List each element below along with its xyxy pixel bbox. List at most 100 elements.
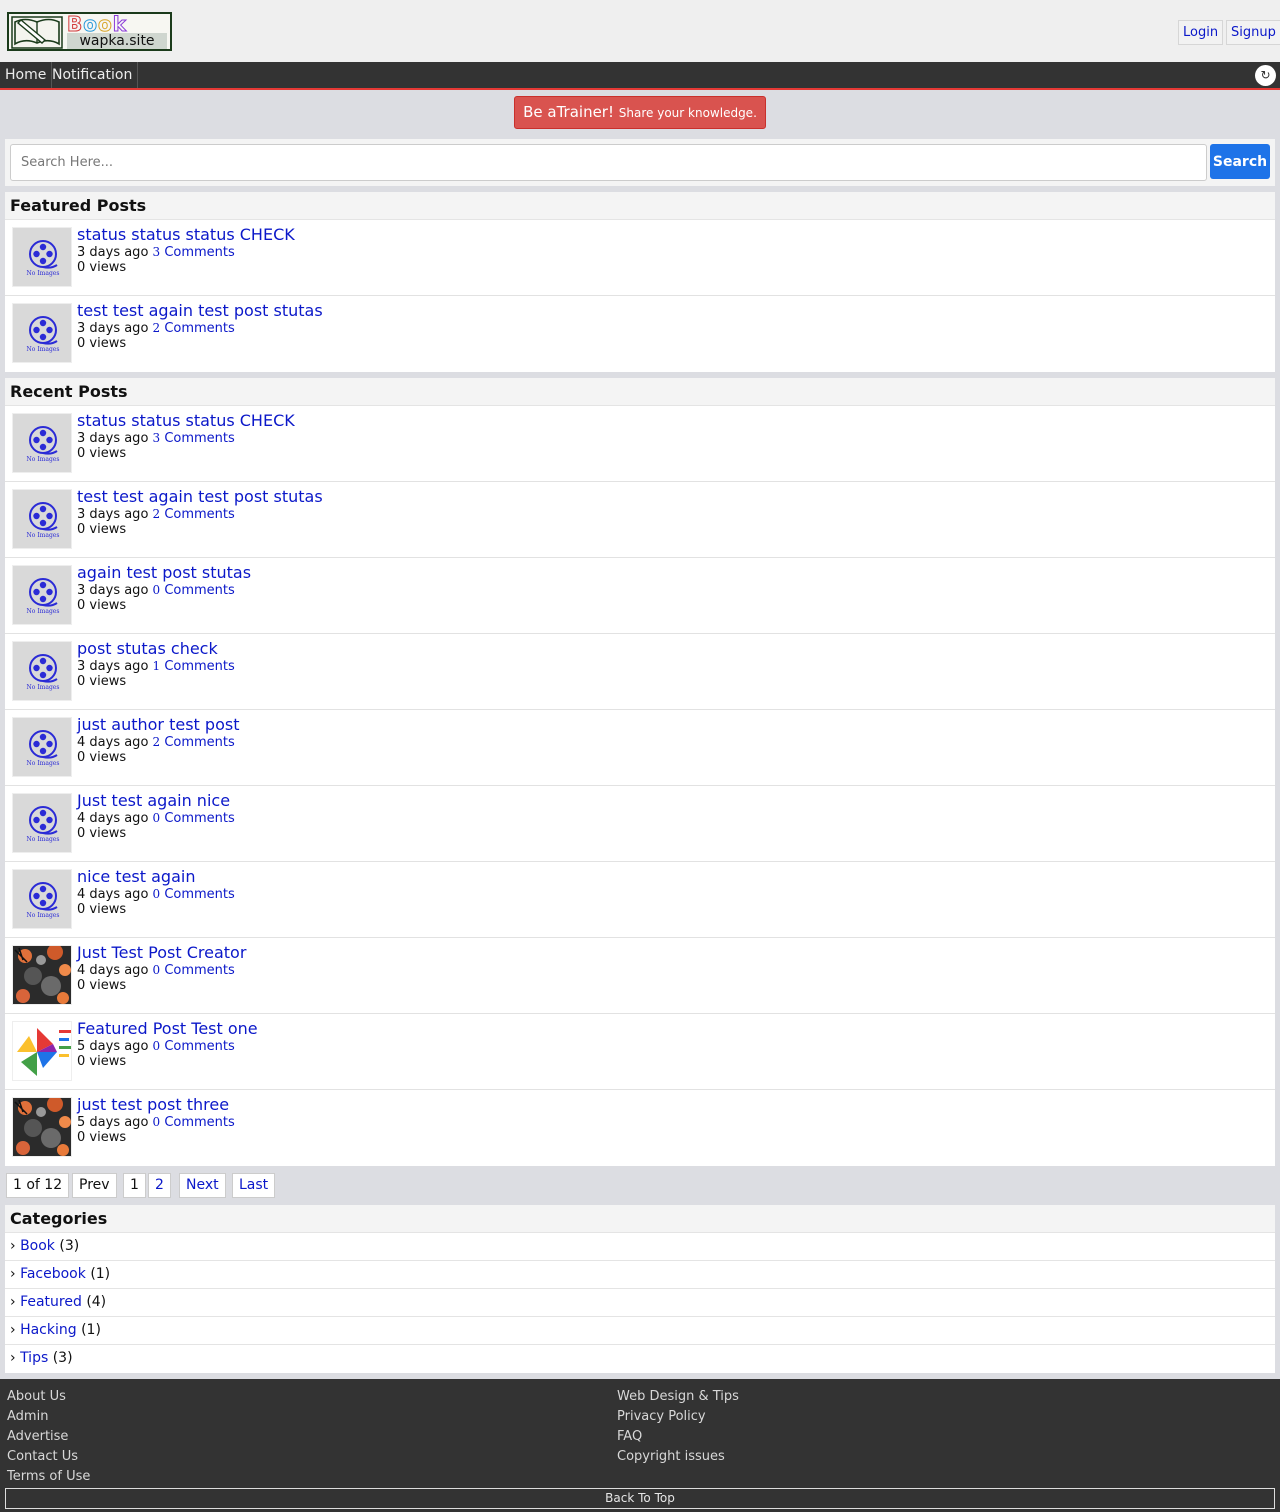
trainer-sub-text: Share your knowledge. (618, 106, 757, 120)
post-comments-link[interactable]: 0 Comments (153, 1039, 235, 1054)
post-time: 3 days ago (77, 507, 149, 522)
post-title-link[interactable]: test test again test post stutas (77, 302, 323, 320)
post-title-link[interactable]: post stutas check (77, 640, 218, 658)
comment-count: 2 (152, 507, 161, 521)
search-button[interactable]: Search (1210, 144, 1270, 179)
post-time: 4 days ago (77, 735, 149, 750)
film-reel-icon: No Images (13, 304, 71, 362)
footer-left-links: About Us Admin Advertise Contact Us Terms of… (7, 1387, 90, 1487)
post-views: 0 views (77, 1130, 127, 1145)
post-views: 0 views (77, 522, 127, 537)
no-image-label: No Images (27, 684, 60, 691)
trainer-main-text: Be aTrainer! (523, 103, 614, 121)
post-thumbnail[interactable]: No Images (12, 717, 72, 777)
post-views: 0 views (77, 598, 127, 613)
post-title-link[interactable]: again test post stutas (77, 564, 251, 582)
post-thumbnail[interactable]: No Images (12, 489, 72, 549)
post-views: 0 views (77, 978, 127, 993)
post-thumbnail[interactable] (12, 1021, 72, 1081)
footer-link-faq[interactable]: FAQ (617, 1427, 739, 1447)
signup-button[interactable]: Signup (1226, 20, 1280, 45)
post-thumbnail[interactable]: No Images (12, 793, 72, 853)
post-thumbnail[interactable] (12, 945, 72, 1005)
post-item: No Images Just test again nice 4 days ago … (5, 786, 1275, 862)
post-thumbnail[interactable]: No Images (12, 227, 72, 287)
post-title-link[interactable]: nice test again (77, 868, 195, 886)
category-link[interactable]: Hacking (20, 1322, 77, 1338)
post-comments-link[interactable]: 3 Comments (153, 431, 235, 446)
post-title-link[interactable]: test test again test post stutas (77, 488, 323, 506)
film-reel-icon: No Images (13, 794, 71, 852)
post-comments-link[interactable]: 0 Comments (153, 583, 235, 598)
category-link[interactable]: Featured (20, 1294, 82, 1310)
film-reel-icon: No Images (13, 490, 71, 548)
be-a-trainer-button[interactable]: Be aTrainer! Share your knowledge. (514, 96, 766, 129)
post-comments-link[interactable]: 2 Comments (153, 507, 235, 522)
post-meta: 3 days ago 2 Comments (77, 320, 235, 337)
post-comments-link[interactable]: 3 Comments (153, 245, 235, 260)
post-comments-link[interactable]: 1 Comments (153, 659, 235, 674)
footer-link-privacy-policy[interactable]: Privacy Policy (617, 1407, 739, 1427)
comment-label: Comments (164, 963, 235, 978)
post-title-link[interactable]: just author test post (77, 716, 239, 734)
comment-count: 0 (152, 1115, 161, 1129)
post-comments-link[interactable]: 0 Comments (153, 887, 235, 902)
post-item: No Images test test again test post stuta… (5, 482, 1275, 558)
footer-link-admin[interactable]: Admin (7, 1407, 90, 1427)
search-input[interactable] (10, 144, 1207, 181)
post-title-link[interactable]: Just Test Post Creator (77, 944, 246, 962)
post-thumbnail[interactable]: No Images (12, 641, 72, 701)
comment-label: Comments (164, 583, 235, 598)
pagination-last[interactable]: Last (232, 1173, 276, 1198)
pagination-page-1[interactable]: 1 (123, 1173, 146, 1198)
category-count: (1) (90, 1266, 111, 1282)
nav-home[interactable]: Home (0, 62, 53, 88)
theme-toggle-icon[interactable]: ↻ (1255, 65, 1276, 86)
post-item: No Images again test post stutas 3 days ag… (5, 558, 1275, 634)
featured-posts-panel: Featured Posts No Images status status st… (5, 192, 1275, 372)
pagination-next[interactable]: Next (179, 1173, 226, 1198)
post-thumbnail[interactable] (12, 1097, 72, 1157)
post-title-link[interactable]: just test post three (77, 1096, 229, 1114)
pagination-page-2[interactable]: 2 (148, 1173, 171, 1198)
post-comments-link[interactable]: 0 Comments (153, 1115, 235, 1130)
footer-link-advertise[interactable]: Advertise (7, 1427, 90, 1447)
category-link[interactable]: Facebook (20, 1266, 86, 1282)
footer-link-web-design-tips[interactable]: Web Design & Tips (617, 1387, 739, 1407)
footer-link-copyright-issues[interactable]: Copyright issues (617, 1447, 739, 1467)
categories-title: Categories (5, 1205, 1275, 1233)
post-title-link[interactable]: Featured Post Test one (77, 1020, 258, 1038)
category-count: (3) (52, 1350, 73, 1366)
footer-link-contact-us[interactable]: Contact Us (7, 1447, 90, 1467)
post-item: No Images test test again test post stuta… (5, 296, 1275, 372)
post-views: 0 views (77, 826, 127, 841)
film-reel-icon: No Images (13, 414, 71, 472)
post-thumbnail[interactable]: No Images (12, 303, 72, 363)
post-thumbnail[interactable]: No Images (12, 869, 72, 929)
post-comments-link[interactable]: 0 Comments (153, 963, 235, 978)
footer-link-terms-of-use[interactable]: Terms of Use (7, 1467, 90, 1487)
chevron-right-icon: › (10, 1266, 16, 1282)
footer-link-about-us[interactable]: About Us (7, 1387, 90, 1407)
login-button[interactable]: Login (1178, 20, 1224, 45)
chevron-right-icon: › (10, 1294, 16, 1310)
comment-label: Comments (164, 507, 235, 522)
category-link[interactable]: Book (20, 1238, 55, 1254)
post-title-link[interactable]: status status status CHECK (77, 412, 295, 430)
post-title-link[interactable]: Just test again nice (77, 792, 230, 810)
site-logo[interactable]: Book wapka.site (7, 12, 172, 51)
post-title-link[interactable]: status status status CHECK (77, 226, 295, 244)
back-to-top-button[interactable]: Back To Top (5, 1488, 1275, 1509)
pagination-prev[interactable]: Prev (72, 1173, 117, 1198)
post-item: No Images just author test post 4 days ago… (5, 710, 1275, 786)
post-thumbnail[interactable]: No Images (12, 565, 72, 625)
comment-label: Comments (164, 735, 235, 750)
post-comments-link[interactable]: 0 Comments (153, 811, 235, 826)
post-comments-link[interactable]: 2 Comments (153, 735, 235, 750)
nav-notification[interactable]: Notification (47, 62, 139, 88)
post-thumbnail[interactable]: No Images (12, 413, 72, 473)
categories-panel: Categories › Book (3) › Facebook (1) › Fea… (5, 1205, 1275, 1373)
post-photo-thumbnail (13, 946, 71, 1004)
category-link[interactable]: Tips (20, 1350, 48, 1366)
post-comments-link[interactable]: 2 Comments (153, 321, 235, 336)
